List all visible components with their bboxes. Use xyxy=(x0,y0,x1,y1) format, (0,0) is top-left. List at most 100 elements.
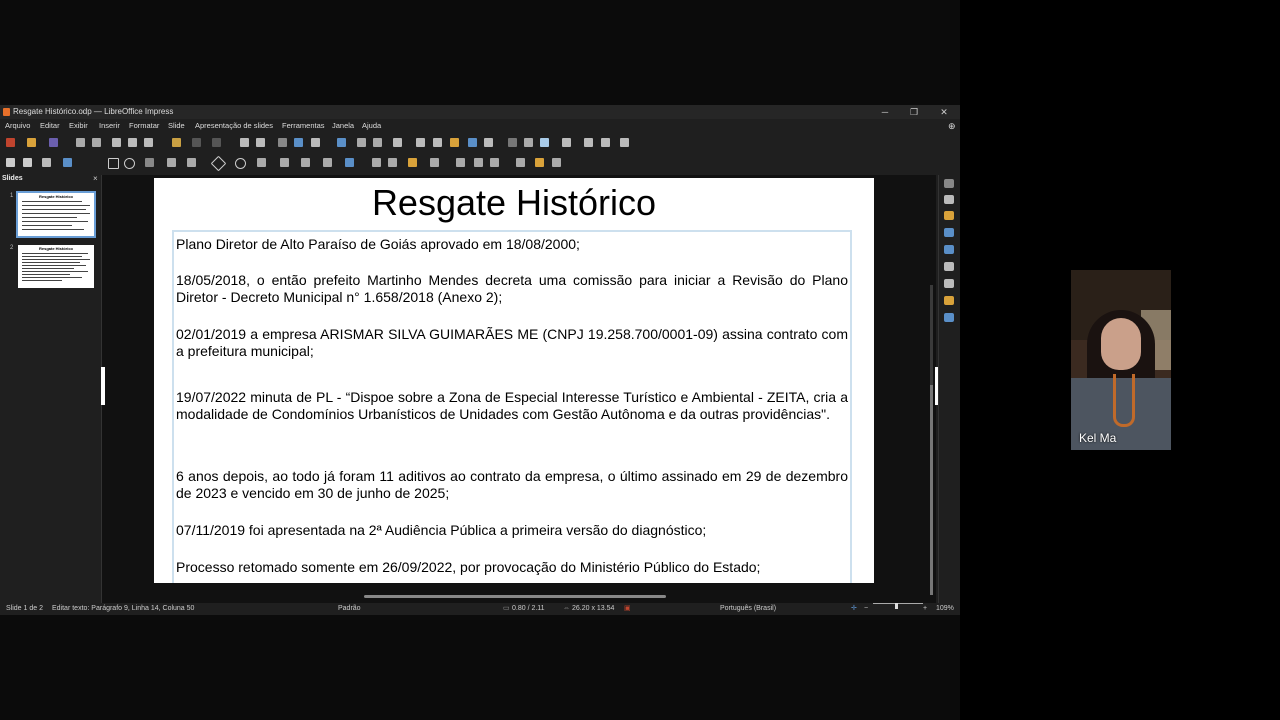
master-slides-icon[interactable] xyxy=(944,245,954,254)
paragraph-3[interactable]: 02/01/2019 a empresa ARISMAR SILVA GUIMA… xyxy=(176,326,848,359)
slide-title[interactable]: Resgate Histórico xyxy=(154,182,874,224)
table-icon[interactable] xyxy=(393,138,402,147)
transitions-icon[interactable] xyxy=(562,138,571,147)
start-current-slide-icon[interactable] xyxy=(373,138,382,147)
more-options-icon[interactable] xyxy=(620,138,629,147)
zoom-slider[interactable] xyxy=(873,603,923,604)
zoom-icon[interactable] xyxy=(23,158,32,167)
3d-objects-icon[interactable] xyxy=(345,158,354,167)
paragraph-2[interactable]: 18/05/2018, o então prefeito Martinho Me… xyxy=(176,272,848,305)
curve-icon[interactable] xyxy=(167,158,176,167)
distribute-icon[interactable] xyxy=(430,158,439,167)
new-document-icon[interactable] xyxy=(6,138,15,147)
redo-icon[interactable] xyxy=(212,138,221,147)
text-box-icon[interactable] xyxy=(468,138,477,147)
hyperlink-icon[interactable] xyxy=(524,138,533,147)
symbol-shapes-icon[interactable] xyxy=(235,158,246,169)
slide-transition-icon[interactable] xyxy=(944,211,954,220)
slide-canvas[interactable]: Resgate Histórico Plano Diretor de Alto … xyxy=(154,178,874,583)
slide-transition-icon[interactable] xyxy=(601,138,610,147)
master-layout-name[interactable]: Padrão xyxy=(338,603,361,615)
left-panel-handle[interactable] xyxy=(101,367,105,405)
paste-icon[interactable] xyxy=(144,138,153,147)
line-icon[interactable] xyxy=(145,158,154,167)
close-button[interactable]: ✕ xyxy=(934,105,954,119)
print-icon[interactable] xyxy=(92,138,101,147)
properties-icon[interactable] xyxy=(944,195,954,204)
basic-shapes-icon[interactable] xyxy=(210,155,227,172)
text-box[interactable]: Plano Diretor de Alto Paraíso de Goiás a… xyxy=(172,230,852,583)
slide-workspace[interactable]: Resgate Histórico Plano Diretor de Alto … xyxy=(102,175,936,603)
media-icon[interactable] xyxy=(433,138,442,147)
vertical-scrollbar-thumb[interactable] xyxy=(930,385,933,595)
participant-video[interactable]: Kel Ma xyxy=(1071,270,1171,450)
flowchart-icon[interactable] xyxy=(280,158,289,167)
paragraph-4[interactable]: 19/07/2022 minuta de PL - “Dispoe sobre … xyxy=(176,389,848,422)
line-color-icon[interactable] xyxy=(42,158,51,167)
document-modified-icon[interactable]: ▣ xyxy=(624,603,631,615)
paragraph-5[interactable]: 6 anos depois, ao todo já foram 11 aditi… xyxy=(176,468,848,501)
undo-icon[interactable] xyxy=(192,138,201,147)
filter-icon[interactable] xyxy=(490,158,499,167)
menu-ajuda[interactable]: Ajuda xyxy=(362,120,381,132)
special-character-icon[interactable] xyxy=(484,138,493,147)
display-grid-icon[interactable] xyxy=(278,138,287,147)
menu-arquivo[interactable]: Arquivo xyxy=(5,120,30,132)
minimize-button[interactable]: ─ xyxy=(875,105,895,119)
spelling-icon[interactable] xyxy=(256,138,265,147)
menu-apresentacao[interactable]: Apresentação de slides xyxy=(195,120,273,132)
maximize-button[interactable]: ❐ xyxy=(904,105,924,119)
find-replace-icon[interactable] xyxy=(240,138,249,147)
fontwork-icon[interactable] xyxy=(508,138,517,147)
animation-icon[interactable] xyxy=(944,228,954,237)
menu-slide[interactable]: Slide xyxy=(168,120,185,132)
rotate-icon[interactable] xyxy=(372,158,381,167)
align-icon[interactable] xyxy=(388,158,397,167)
connector-icon[interactable] xyxy=(187,158,196,167)
horizontal-scrollbar[interactable] xyxy=(364,595,666,598)
menu-exibir[interactable]: Exibir xyxy=(69,120,88,132)
master-slide-icon[interactable] xyxy=(337,138,346,147)
ellipse-icon[interactable] xyxy=(124,158,135,169)
helplines-icon[interactable] xyxy=(294,138,303,147)
glue-points-icon[interactable] xyxy=(535,158,544,167)
slide-layout-icon[interactable] xyxy=(311,138,320,147)
globe-icon[interactable]: ⊕ xyxy=(948,120,956,132)
text-language[interactable]: Português (Brasil) xyxy=(720,603,776,615)
styles-icon[interactable] xyxy=(944,262,954,271)
zoom-out-button[interactable]: − xyxy=(864,603,868,615)
open-icon[interactable] xyxy=(27,138,36,147)
slide-thumbnail-2[interactable]: Resgate Histórico xyxy=(18,245,94,288)
fit-slide-icon[interactable]: ✛ xyxy=(851,603,857,615)
arrange-icon[interactable] xyxy=(408,158,417,167)
close-panel-icon[interactable]: × xyxy=(93,174,98,183)
slide-thumbnail-1[interactable]: Resgate Histórico xyxy=(16,191,96,238)
chart-icon[interactable] xyxy=(450,138,459,147)
menu-formatar[interactable]: Formatar xyxy=(129,120,159,132)
rectangle-icon[interactable] xyxy=(108,158,119,169)
gallery-icon[interactable] xyxy=(944,279,954,288)
menu-editar[interactable]: Editar xyxy=(40,120,60,132)
paragraph-6[interactable]: 07/11/2019 foi apresentada na 2ª Audiênc… xyxy=(176,522,848,539)
select-icon[interactable] xyxy=(6,158,15,167)
zoom-slider-knob[interactable] xyxy=(895,603,898,609)
cut-icon[interactable] xyxy=(112,138,121,147)
callouts-icon[interactable] xyxy=(301,158,310,167)
fill-color-icon[interactable] xyxy=(63,158,72,167)
zoom-in-button[interactable]: + xyxy=(923,603,927,615)
image-icon[interactable] xyxy=(416,138,425,147)
crop-icon[interactable] xyxy=(474,158,483,167)
start-first-slide-icon[interactable] xyxy=(357,138,366,147)
animation-icon[interactable] xyxy=(584,138,593,147)
save-icon[interactable] xyxy=(49,138,58,147)
points-icon[interactable] xyxy=(516,158,525,167)
toggle-extrusion-icon[interactable] xyxy=(552,158,561,167)
shapes-icon[interactable] xyxy=(944,313,954,322)
export-pdf-icon[interactable] xyxy=(76,138,85,147)
comment-icon[interactable] xyxy=(540,138,549,147)
paragraph-7[interactable]: Processo retomado somente em 26/09/2022,… xyxy=(176,559,848,576)
menu-ferramentas[interactable]: Ferramentas xyxy=(282,120,325,132)
block-arrows-icon[interactable] xyxy=(257,158,266,167)
paragraph-1[interactable]: Plano Diretor de Alto Paraíso de Goiás a… xyxy=(176,236,848,253)
zoom-percentage[interactable]: 109% xyxy=(936,603,954,615)
